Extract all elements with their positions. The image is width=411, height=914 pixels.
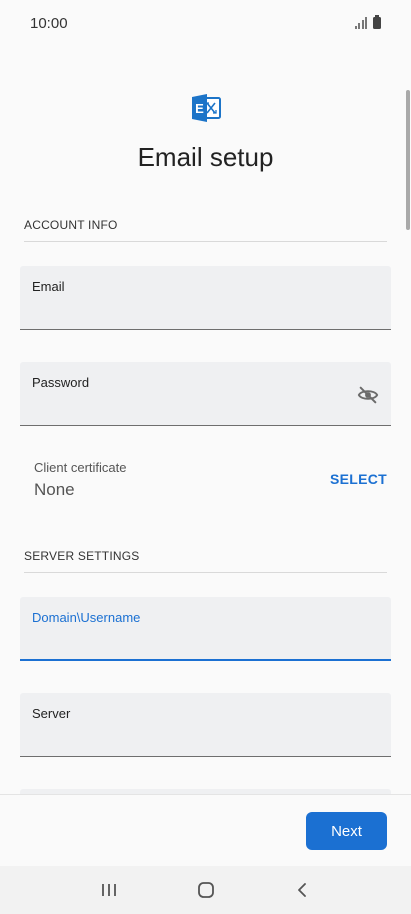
server-field[interactable]: Server: [20, 693, 391, 757]
next-button[interactable]: Next: [306, 812, 387, 850]
domain-username-field[interactable]: Domain\Username: [20, 597, 391, 661]
server-field-label: Server: [32, 706, 71, 721]
password-field[interactable]: Password: [20, 362, 391, 426]
logo-container: E: [0, 92, 411, 124]
signal-icon: [354, 17, 367, 29]
section-header-server-settings: SERVER SETTINGS: [24, 549, 387, 573]
status-bar: 10:00: [0, 0, 411, 46]
back-button[interactable]: [283, 870, 323, 910]
exchange-logo-icon: E: [191, 94, 221, 122]
back-icon: [297, 883, 306, 897]
status-icons: [354, 15, 381, 29]
client-certificate-value: None: [34, 480, 75, 499]
home-icon: [197, 882, 214, 898]
navigation-bar: [0, 866, 411, 914]
client-certificate-label: Client certificate: [34, 460, 127, 475]
domain-username-field-label: Domain\Username: [32, 610, 141, 625]
recent-apps-icon: [101, 884, 116, 896]
status-time: 10:00: [30, 14, 68, 32]
show-password-eye-icon[interactable]: [357, 384, 379, 406]
battery-icon: [373, 15, 381, 29]
home-button[interactable]: [186, 870, 226, 910]
email-field-label: Email: [32, 279, 65, 294]
page-title: Email setup: [137, 142, 274, 172]
recent-apps-button[interactable]: [89, 870, 129, 910]
section-header-account-info: ACCOUNT INFO: [24, 218, 387, 242]
select-certificate-button[interactable]: SELECT: [330, 471, 387, 487]
password-field-label: Password: [32, 375, 90, 390]
svg-text:E: E: [195, 101, 204, 116]
email-field[interactable]: Email: [20, 266, 391, 330]
bottom-action-bar: Next: [0, 794, 411, 866]
